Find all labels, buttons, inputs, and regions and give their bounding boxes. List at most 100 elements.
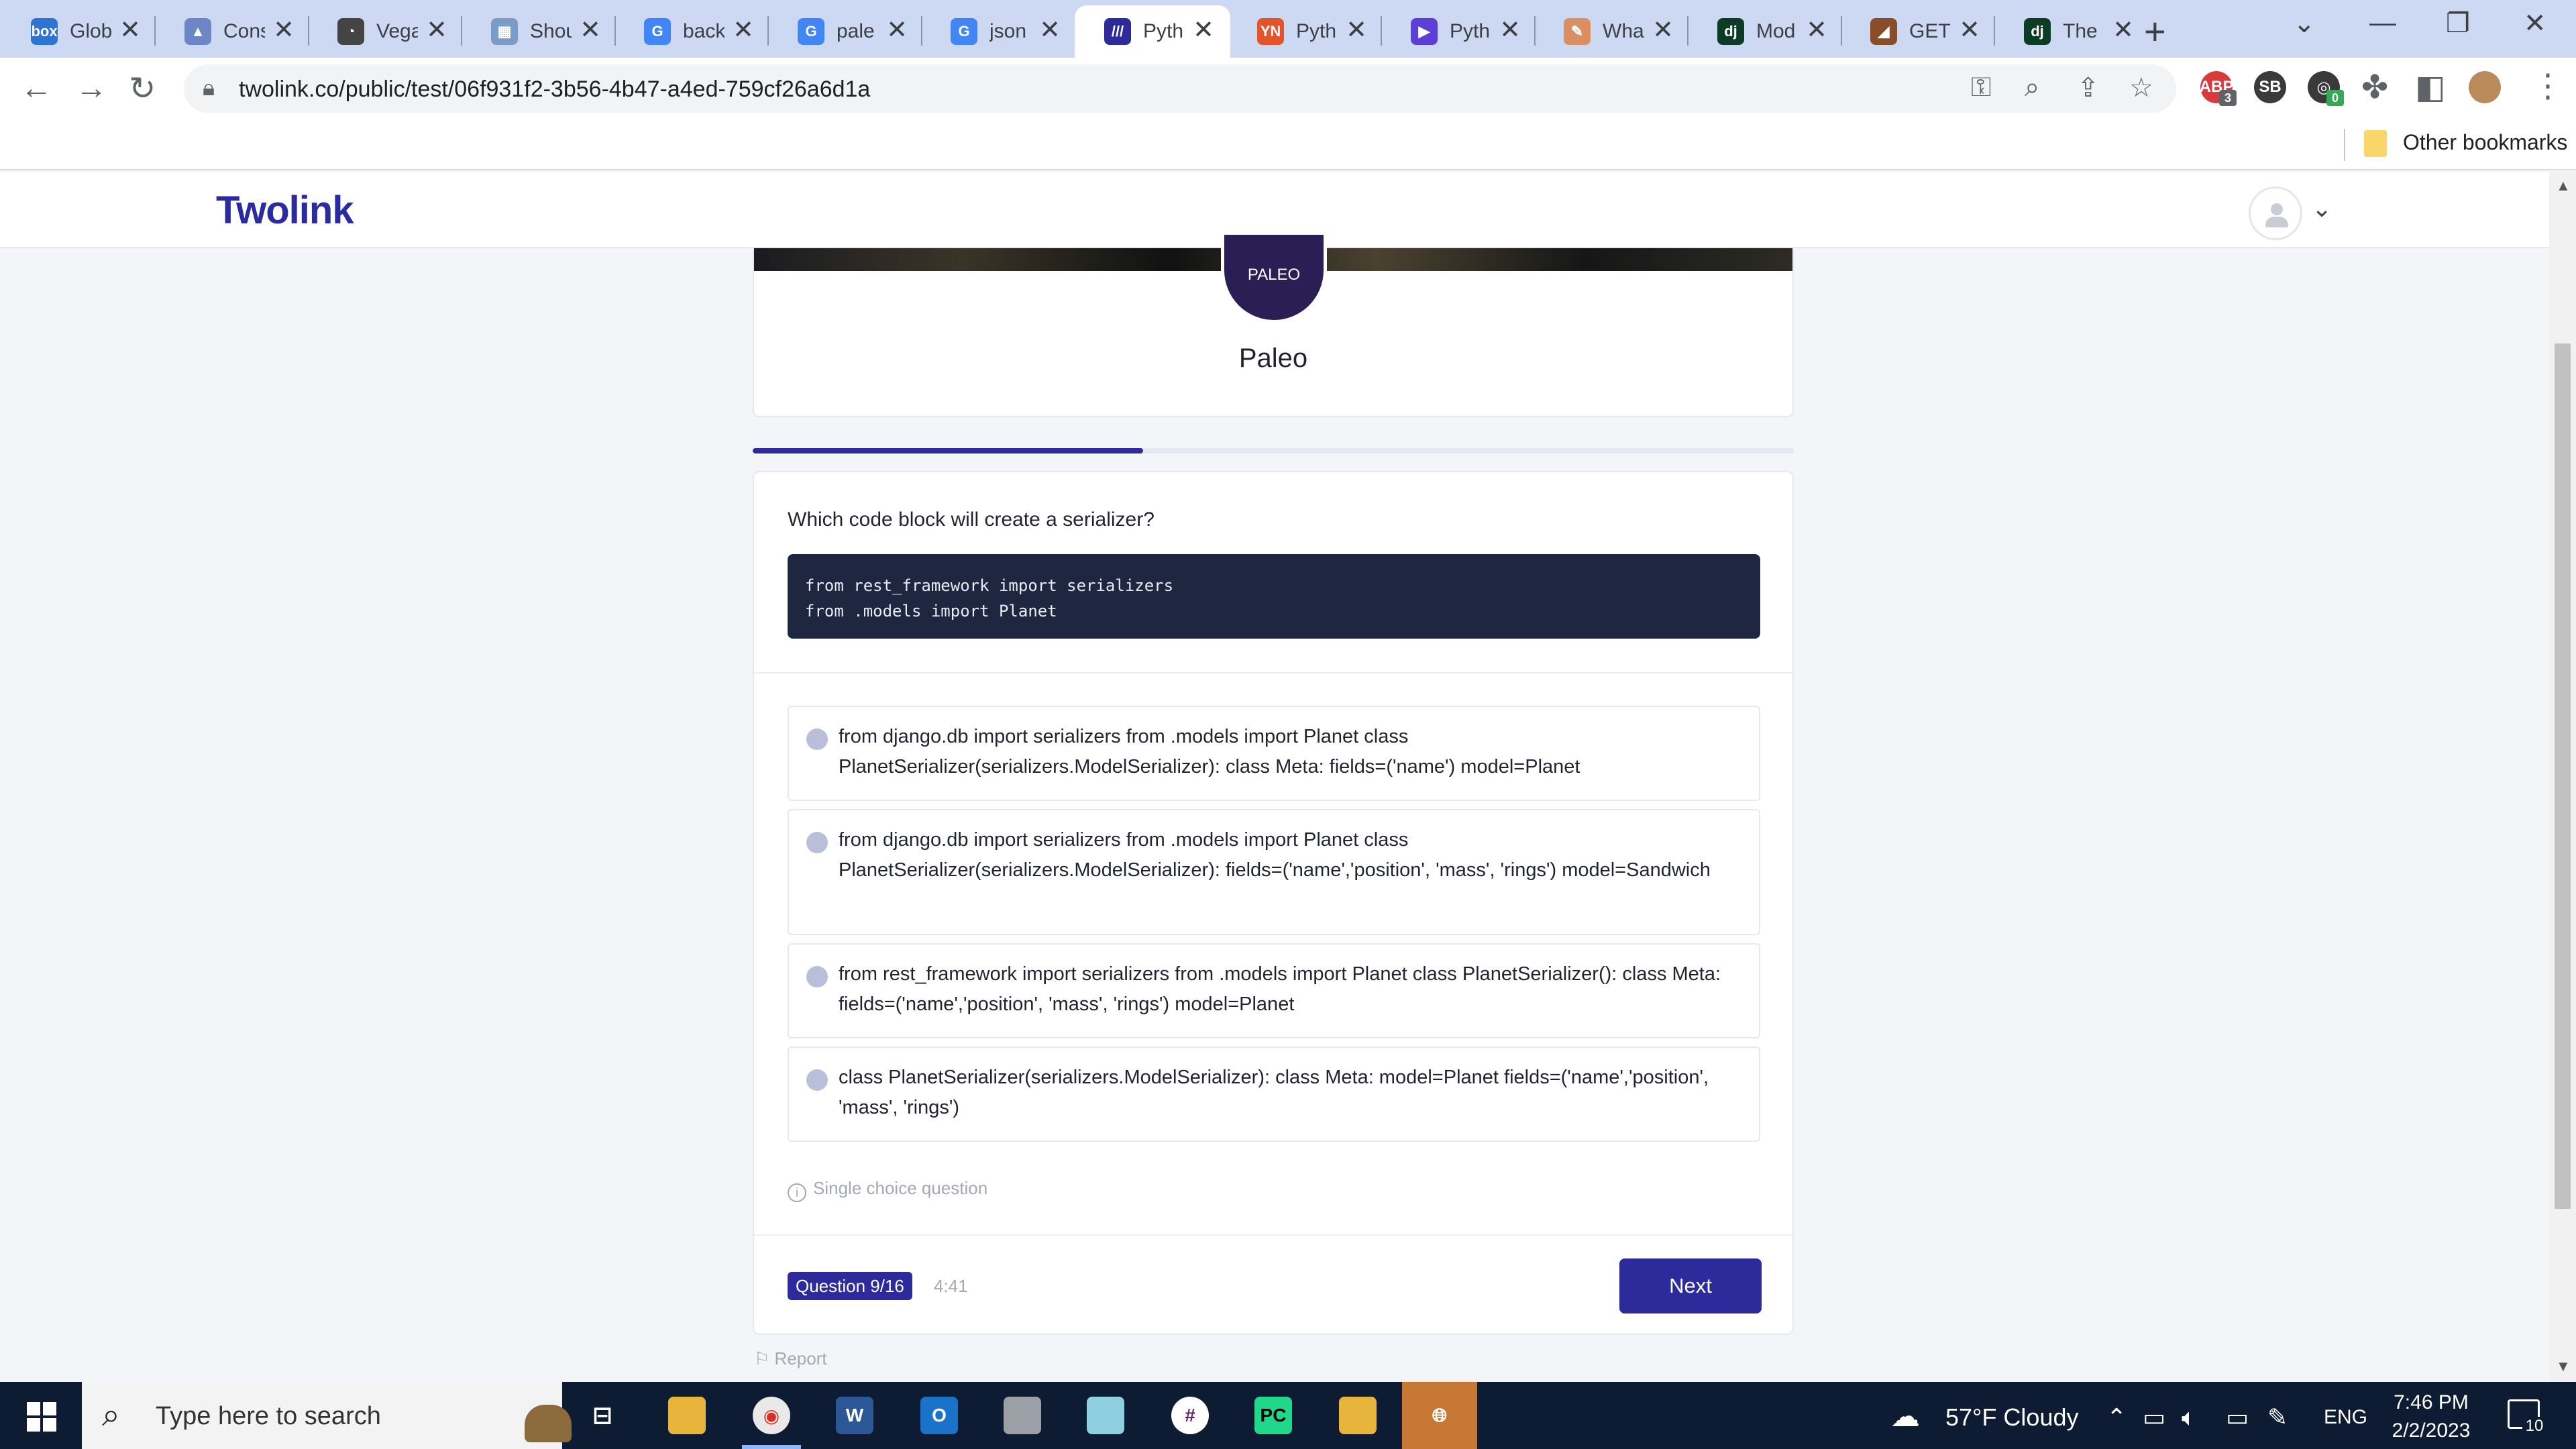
tab-favicon-icon: G [644,18,671,45]
close-tab-icon[interactable]: ✕ [886,15,908,45]
lock-icon[interactable]: 🔒︎ [203,75,215,101]
close-window-button[interactable]: ✕ [2524,8,2546,39]
zoom-icon[interactable]: ⌕ [2025,72,2039,103]
close-tab-icon[interactable]: ✕ [2112,15,2134,45]
chevron-up-icon[interactable]: ⌃ [2106,1403,2127,1432]
restore-button[interactable]: ❐ [2446,8,2470,39]
forward-arrow-icon[interactable]: → [75,70,107,107]
close-tab-icon[interactable]: ✕ [1806,15,1827,45]
menu-kebab-icon[interactable]: ⋮ [2532,67,2564,105]
battery-icon[interactable]: ▭ [2226,1403,2249,1432]
browser-tab[interactable]: ✎ What ✕ [1564,5,1674,58]
folder-icon[interactable] [2364,130,2387,157]
radio-button[interactable] [806,1069,828,1091]
weather-status[interactable]: 57°F Cloudy [1945,1403,2079,1432]
browser-tab[interactable]: ▦ Shou ✕ [491,5,601,58]
windows-start-button[interactable] [27,1402,56,1432]
browser-tab[interactable]: ▲ Cons ✕ [184,5,294,58]
volume-icon[interactable]: 🔈︎ [2182,1403,2196,1432]
close-tab-icon[interactable]: ✕ [733,15,754,45]
network-icon[interactable]: ▭ [2143,1403,2165,1432]
extension-badge: 3 [2219,90,2237,106]
report-link[interactable]: ⚐ Report [754,1348,827,1369]
divider [754,1234,1792,1236]
file-explorer-icon[interactable] [668,1397,706,1434]
system-clock[interactable]: 7:46 PM 2/2/2023 [2391,1389,2471,1445]
question-type-hint: i Single choice question [788,1178,987,1202]
url-text[interactable]: twolink.co/public/test/06f931f2-3b56-4b4… [239,76,870,103]
close-tab-icon[interactable]: ✕ [426,15,447,45]
answer-option[interactable]: from django.db import serializers from .… [788,706,1760,801]
tab-separator [1841,16,1842,46]
page-scrollbar[interactable]: ▲ ▼ [2549,172,2576,1382]
browser-extension-icon[interactable]: ABP 3 [2200,71,2237,106]
bookmark-star-icon[interactable]: ☆ [2129,72,2153,103]
tab-favicon-icon: box [31,18,58,45]
close-tab-icon[interactable]: ✕ [1193,15,1214,45]
tab-title: Pyth [1450,20,1491,42]
profile-avatar[interactable] [2469,71,2501,103]
cloud-weather-icon[interactable]: ☁︎ [1890,1399,1920,1434]
browser-tab[interactable]: ◔ Vega ✕ [337,5,447,58]
side-panel-icon[interactable]: ◧ [2415,68,2445,106]
scroll-down-arrow-icon[interactable]: ▼ [2556,1358,2571,1375]
extensions-puzzle-icon[interactable]: ✤ [2361,68,2388,106]
radio-button[interactable] [806,832,828,853]
browser-extension-icon[interactable]: SB [2254,71,2286,103]
share-icon[interactable]: ⇪ [2077,72,2100,103]
twolink-logo[interactable]: Twolink [216,188,354,233]
browser-tab[interactable]: Gjson ✕ [951,5,1061,58]
close-tab-icon[interactable]: ✕ [1959,15,1980,45]
mouse-app-icon[interactable] [1004,1397,1041,1434]
close-tab-icon[interactable]: ✕ [1652,15,1674,45]
browser-tab[interactable]: ▶ Pyth ✕ [1411,5,1521,58]
scroll-thumb[interactable] [2555,343,2571,1209]
browser-extension-icon[interactable]: ◎ 0 [2308,71,2344,106]
taskbar-search-box[interactable]: ⌕ Type here to search [82,1382,572,1449]
browser-tab[interactable]: dj Mod ✕ [1717,5,1827,58]
pen-icon[interactable]: ✎ [2267,1403,2288,1432]
user-avatar-button[interactable] [2249,186,2302,240]
reload-icon[interactable]: ↻ [129,70,156,107]
radio-button[interactable] [806,966,828,987]
outlook-icon[interactable]: O [920,1397,958,1434]
other-bookmarks-link[interactable]: Other bookmarks [2403,130,2567,155]
answer-option[interactable]: from django.db import serializers from .… [788,809,1760,935]
answer-option[interactable]: from rest_framework import serializers f… [788,943,1760,1038]
browser-tab[interactable]: box Glob ✕ [31,5,141,58]
slack-icon[interactable]: # [1171,1397,1209,1434]
browser-tab[interactable]: Gpale ✕ [798,5,908,58]
tab-search-chevron-icon[interactable]: ⌄ [2293,8,2316,39]
key-icon[interactable]: ⚿ [1971,72,1991,103]
close-tab-icon[interactable]: ✕ [1346,15,1367,45]
browser-tab[interactable]: /// Pyth ✕ [1104,5,1214,58]
folder-icon[interactable] [1339,1397,1377,1434]
close-tab-icon[interactable]: ✕ [580,15,601,45]
word-icon[interactable]: W [836,1397,873,1434]
next-button[interactable]: Next [1619,1258,1762,1313]
close-tab-icon[interactable]: ✕ [1039,15,1061,45]
browser-tab[interactable]: ◢ GET ✕ [1870,5,1980,58]
close-tab-icon[interactable]: ✕ [273,15,294,45]
task-view-icon[interactable]: ⊟ [584,1397,621,1434]
tab-title: back [683,20,724,42]
close-tab-icon[interactable]: ✕ [1499,15,1521,45]
browser-tab[interactable]: Gback ✕ [644,5,754,58]
globe-app-icon[interactable]: 🌐︎ [1402,1382,1477,1449]
notepad-icon[interactable] [1087,1397,1124,1434]
chrome-icon[interactable]: ◉ [753,1397,790,1434]
minimize-button[interactable]: — [2369,8,2396,38]
extension-label: SB [2259,78,2282,96]
address-bar[interactable]: 🔒︎ twolink.co/public/test/06f931f2-3b56-… [184,64,2176,113]
close-tab-icon[interactable]: ✕ [119,15,141,45]
chevron-down-icon[interactable]: ⌄ [2312,195,2332,223]
radio-button[interactable] [806,729,828,750]
language-indicator[interactable]: ENG [2324,1406,2367,1429]
browser-tab[interactable]: dj The ✕ [2024,5,2134,58]
back-arrow-icon[interactable]: ← [20,70,52,107]
pycharm-icon[interactable]: PC [1254,1397,1292,1434]
answer-option[interactable]: class PlanetSerializer(serializers.Model… [788,1046,1760,1142]
new-tab-button[interactable]: + [2144,9,2166,53]
browser-tab[interactable]: YN Pyth ✕ [1257,5,1367,58]
scroll-up-arrow-icon[interactable]: ▲ [2556,177,2571,195]
